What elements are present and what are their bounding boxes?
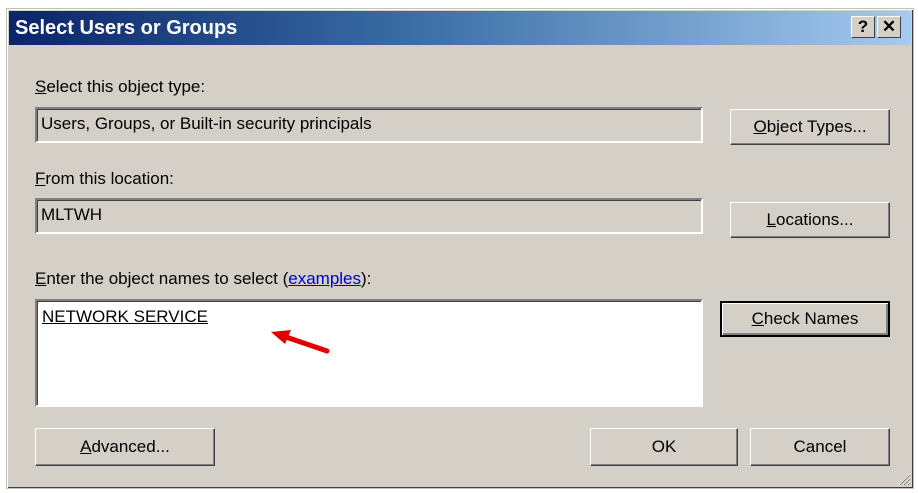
check-names-button[interactable]: Check Names: [720, 301, 890, 337]
location-label: From this location:: [35, 169, 174, 188]
dialog-title: Select Users or Groups: [15, 17, 238, 39]
examples-link[interactable]: examples: [288, 269, 361, 288]
advanced-button[interactable]: Advanced...: [35, 428, 215, 466]
cancel-button[interactable]: Cancel: [750, 428, 890, 466]
resize-grip-icon[interactable]: [897, 472, 911, 486]
annotation-arrow-icon: [271, 330, 330, 354]
close-icon: ✕: [881, 17, 897, 36]
help-button[interactable]: ?: [851, 16, 875, 38]
object-type-label: Select this object type:: [35, 77, 206, 96]
help-icon: ?: [857, 17, 869, 36]
object-names-label: Enter the object names to select (exampl…: [35, 269, 372, 288]
ok-button[interactable]: OK: [590, 428, 738, 466]
title-bar[interactable]: Select Users or Groups ? ✕: [9, 11, 911, 45]
object-type-field: Users, Groups, or Built-in security prin…: [35, 107, 703, 143]
object-names-input[interactable]: NETWORK SERVICE: [35, 299, 703, 407]
close-button[interactable]: ✕: [877, 16, 901, 38]
object-types-button[interactable]: Object Types...: [730, 109, 890, 145]
location-field: MLTWH: [35, 198, 703, 234]
locations-button[interactable]: Locations...: [730, 202, 890, 238]
select-users-dialog: Select Users or Groups ? ✕ Select this o…: [6, 8, 914, 489]
object-names-value: NETWORK SERVICE: [42, 307, 208, 326]
